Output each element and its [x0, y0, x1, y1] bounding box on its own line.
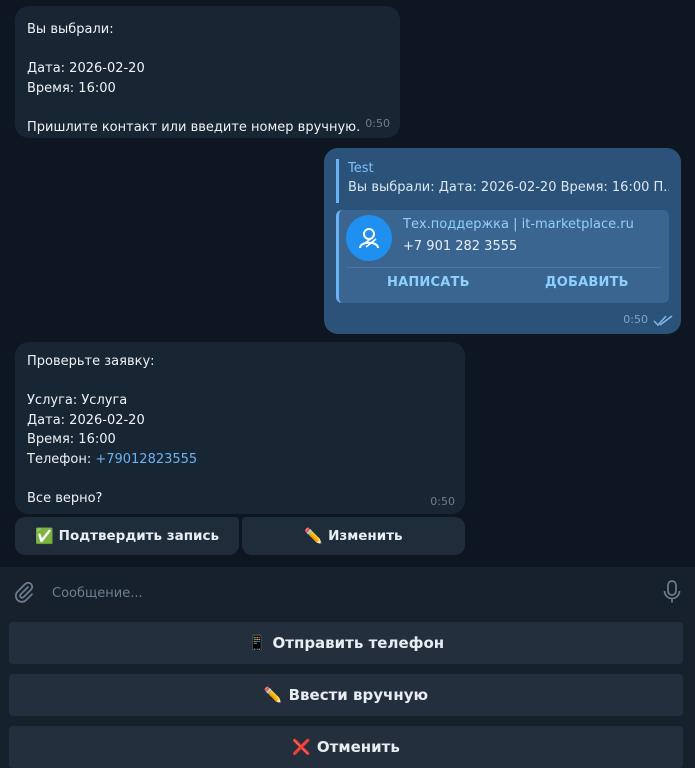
reply-keyboard: 📱 Отправить телефон ✏️ Ввести вручную ❌ …: [0, 617, 695, 768]
message-time: 0:50: [365, 116, 390, 130]
reply-quote[interactable]: Test Вы выбрали: Дата: 2026-02-20 Время:…: [336, 159, 669, 203]
microphone-icon[interactable]: [662, 580, 682, 604]
message-time: 0:50: [430, 494, 455, 508]
message-composer: [0, 567, 695, 617]
message-text-part: Проверьте заявку: Услуга: Услуга Дата: 2…: [27, 354, 155, 467]
check-mark-icon: ✅: [34, 527, 54, 545]
phone-link[interactable]: +79012823555: [95, 452, 197, 467]
cross-mark-icon: ❌: [292, 738, 311, 756]
contact-phone: +7 901 282 3555: [403, 239, 518, 254]
incoming-message: Проверьте заявку: Услуга: Услуга Дата: 2…: [15, 342, 465, 514]
edit-booking-button[interactable]: ✏️ Изменить: [242, 517, 465, 555]
contact-card: Тех.поддержка | it-marketplace.ru +7 901…: [336, 210, 669, 303]
cancel-button[interactable]: ❌ Отменить: [9, 726, 683, 768]
add-contact-button[interactable]: ДОБАВИТЬ: [545, 273, 629, 293]
incoming-message: Вы выбрали: Дата: 2026-02-20 Время: 16:0…: [15, 6, 400, 138]
chat-area: Вы выбрали: Дата: 2026-02-20 Время: 16:0…: [0, 0, 695, 567]
contact-divider: [347, 267, 661, 268]
button-label: Отменить: [316, 738, 400, 756]
quote-text: Вы выбрали: Дата: 2026-02-20 Время: 16:0…: [348, 180, 669, 195]
enter-manually-button[interactable]: ✏️ Ввести вручную: [9, 674, 683, 716]
double-check-icon: [653, 315, 673, 327]
button-label: Изменить: [328, 528, 403, 544]
pencil-icon: ✏️: [304, 527, 324, 545]
send-phone-button[interactable]: 📱 Отправить телефон: [9, 622, 683, 664]
button-label: Подтвердить запись: [58, 528, 220, 544]
contact-name[interactable]: Тех.поддержка | it-marketplace.ru: [403, 215, 634, 234]
paperclip-icon[interactable]: [13, 581, 35, 603]
pencil-icon: ✏️: [263, 686, 283, 704]
message-text: Проверьте заявку: Услуга: Услуга Дата: 2…: [27, 352, 197, 508]
message-text-part: Все верно?: [27, 490, 103, 506]
confirm-booking-button[interactable]: ✅ Подтвердить запись: [15, 517, 239, 555]
contact-avatar[interactable]: [346, 215, 392, 261]
contact-user-icon: [359, 228, 379, 249]
message-time: 0:50: [623, 312, 648, 326]
button-label: Ввести вручную: [288, 686, 429, 704]
message-text: Вы выбрали: Дата: 2026-02-20 Время: 16:0…: [27, 22, 361, 135]
message-input[interactable]: [50, 577, 634, 609]
outgoing-message: Test Вы выбрали: Дата: 2026-02-20 Время:…: [324, 148, 681, 334]
button-label: Отправить телефон: [272, 634, 445, 652]
quote-author: Test: [348, 161, 374, 176]
phone-icon: 📱: [247, 634, 267, 652]
write-contact-button[interactable]: НАПИСАТЬ: [387, 273, 470, 293]
